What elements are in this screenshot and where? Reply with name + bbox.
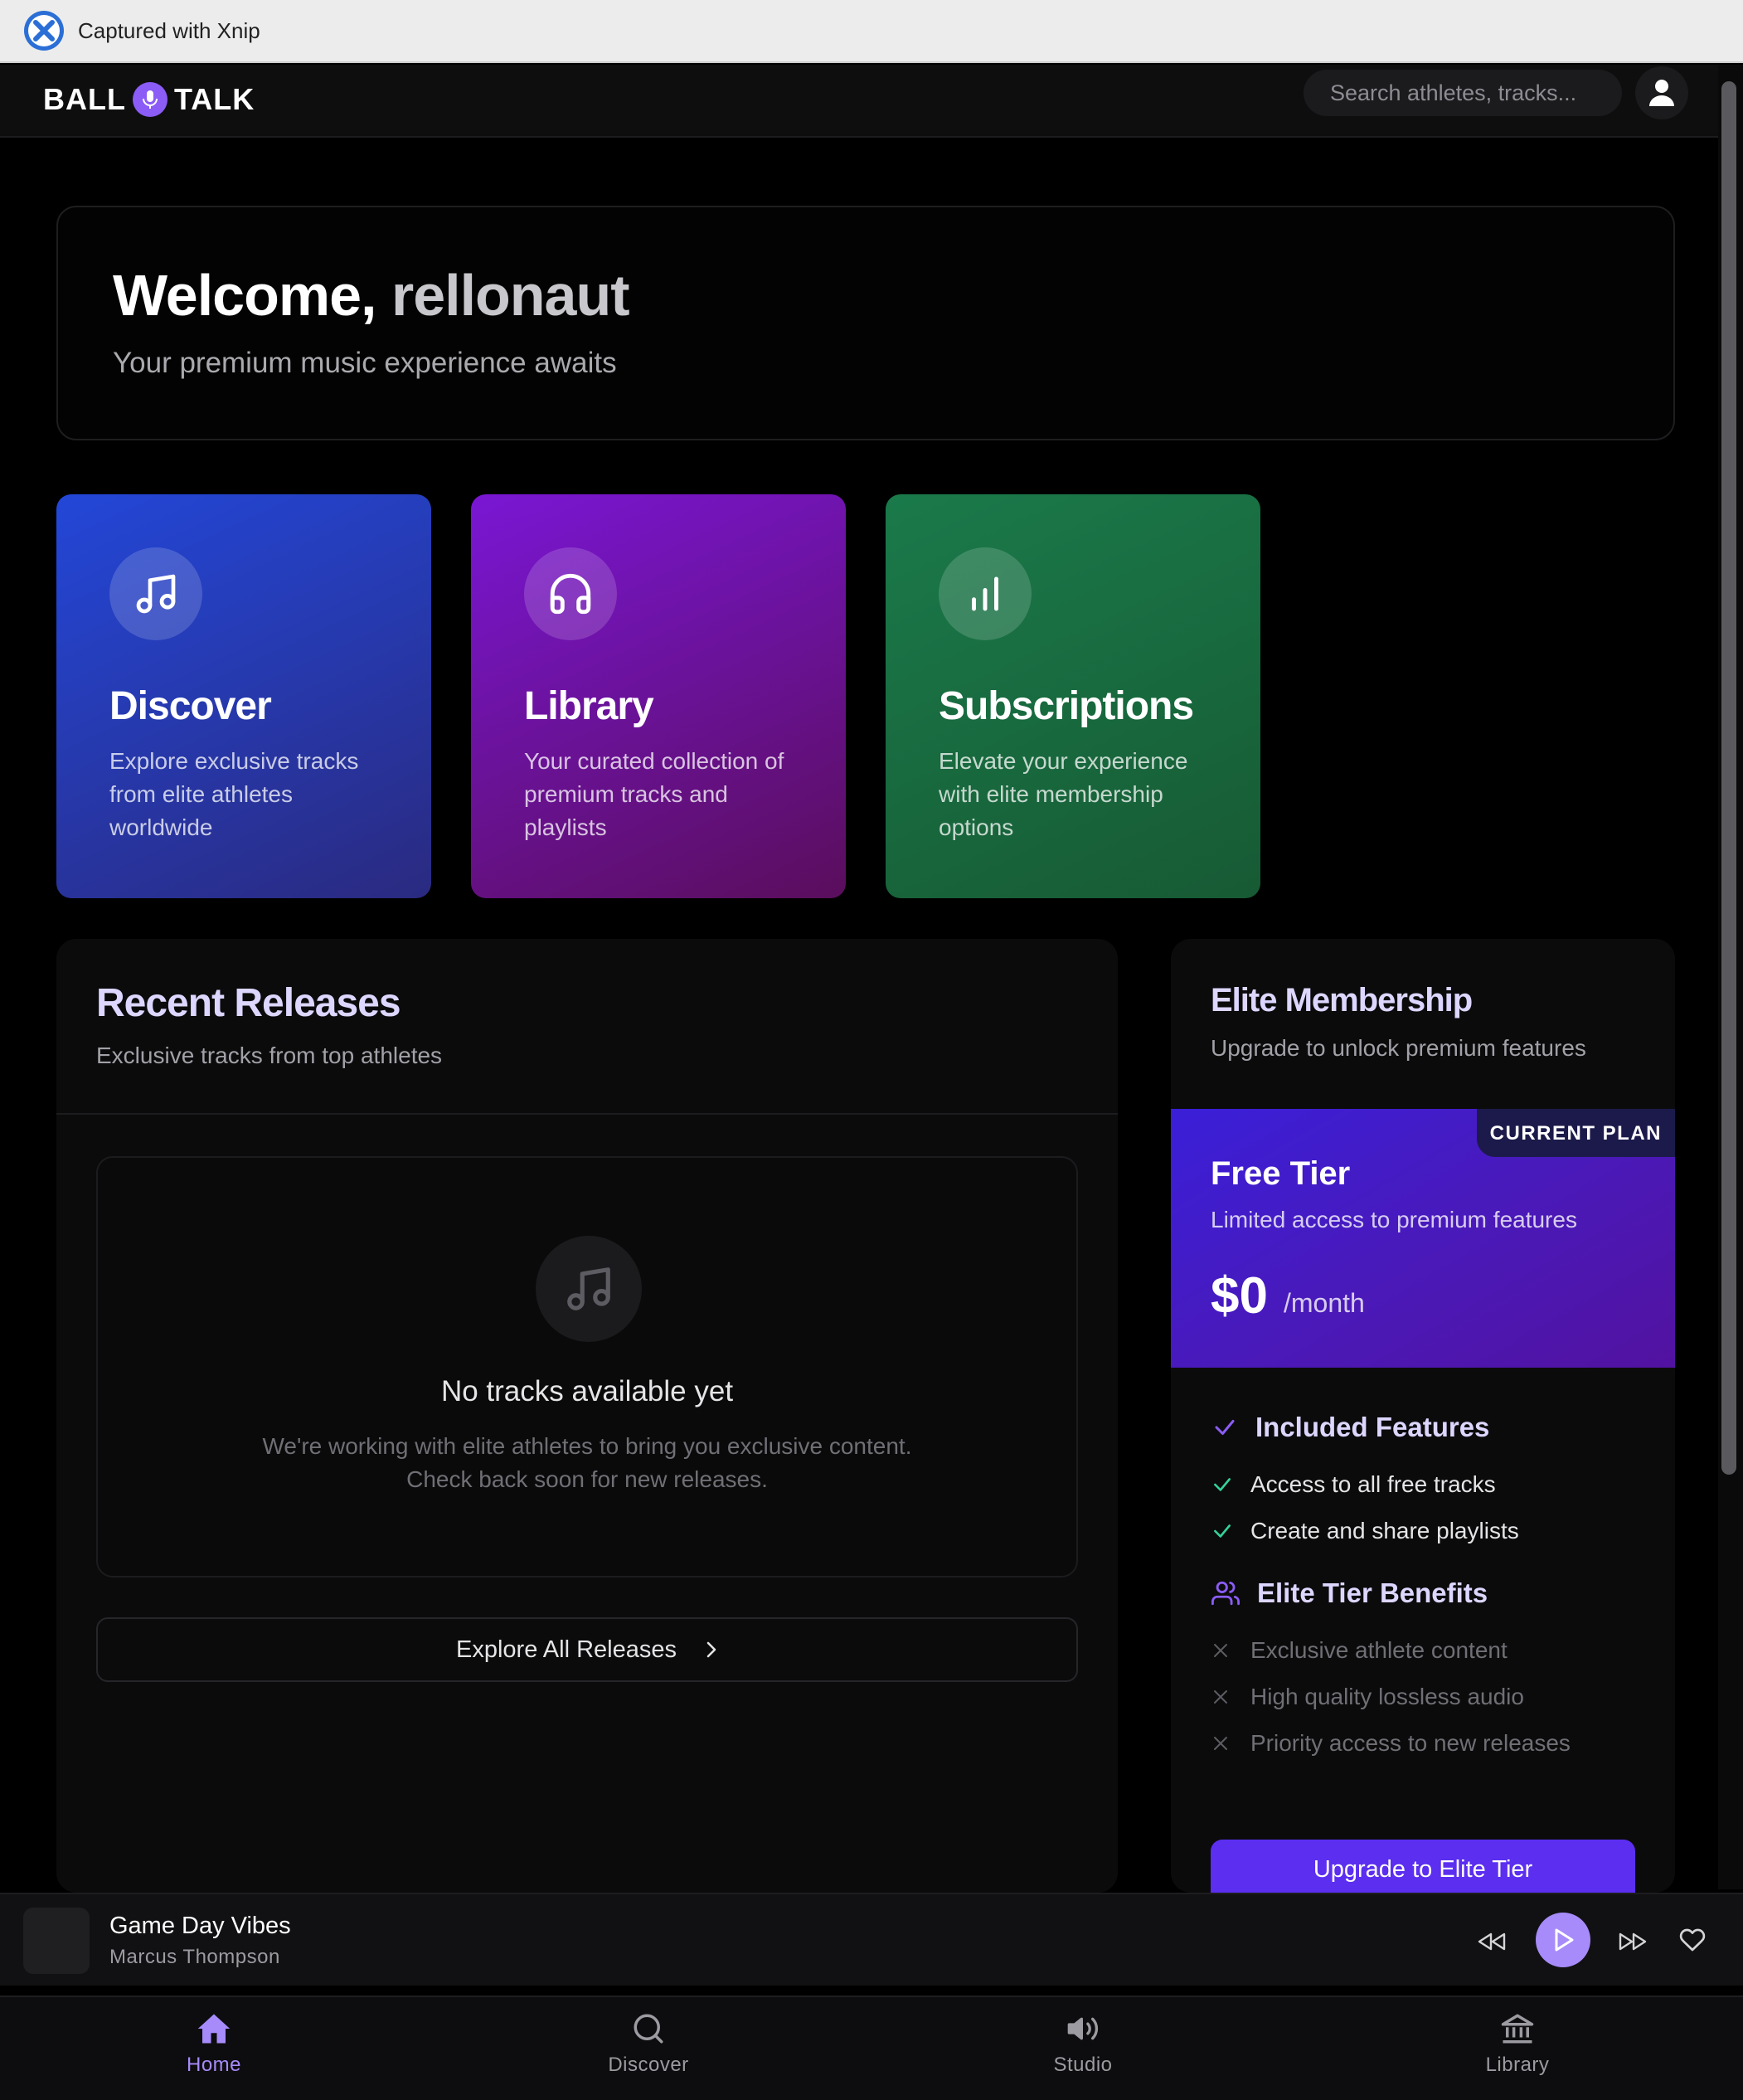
xnip-logo-icon (24, 11, 64, 51)
included-feature-item: Access to all free tracks (1211, 1471, 1496, 1498)
plan-name: Free Tier (1211, 1155, 1351, 1192)
included-feature-label: Create and share playlists (1250, 1518, 1519, 1543)
nav-item-label: Library (1485, 2054, 1550, 2076)
search-icon (631, 2009, 666, 2049)
empty-state-line-1: We're working with elite athletes to bri… (262, 1433, 912, 1459)
included-feature-label: Access to all free tracks (1250, 1471, 1496, 1497)
nav-item-library[interactable]: Library (1393, 2009, 1642, 2077)
elite-membership-title: Elite Membership (1211, 982, 1473, 1018)
discover-card[interactable]: Discover Explore exclusive tracks from e… (56, 494, 431, 898)
welcome-subtitle: Your premium music experience awaits (113, 347, 617, 379)
discover-card-description: Explore exclusive tracks from elite athl… (109, 748, 359, 840)
check-icon (1211, 1415, 1239, 1440)
welcome-username: rellonaut (391, 263, 630, 328)
included-feature-item: Create and share playlists (1211, 1518, 1519, 1544)
check-icon (1211, 1474, 1236, 1495)
capture-bar-text: Captured with Xnip (78, 17, 260, 43)
users-icon (1211, 1579, 1240, 1607)
recent-releases-subtitle: Exclusive tracks from top athletes (96, 1043, 443, 1068)
play-button[interactable] (1536, 1913, 1590, 1967)
current-plan-badge: CURRENT PLAN (1476, 1109, 1675, 1157)
now-playing-bar: Game Day Vibes Marcus Thompson (0, 1893, 1743, 1986)
included-features-heading: Included Features (1211, 1412, 1489, 1443)
elite-benefit-item: Priority access to new releases (1211, 1730, 1571, 1757)
home-icon (196, 2009, 232, 2049)
library-card-description: Your curated collection of premium track… (524, 748, 784, 840)
elite-membership-subtitle: Upgrade to unlock premium features (1211, 1035, 1586, 1061)
elite-benefit-label: Exclusive athlete content (1250, 1637, 1508, 1663)
included-features-title: Included Features (1255, 1412, 1490, 1442)
rewind-icon (1478, 1932, 1506, 1951)
microphone-icon (132, 82, 168, 117)
music-note-icon (109, 547, 202, 640)
section-divider (56, 1113, 1118, 1115)
check-icon (1211, 1520, 1236, 1542)
elite-benefit-label: Priority access to new releases (1250, 1730, 1571, 1756)
play-icon (1555, 1928, 1574, 1952)
headphones-icon (524, 547, 617, 640)
capture-bar: Captured with Xnip (0, 0, 1743, 63)
x-icon (1211, 1641, 1236, 1660)
bar-chart-icon (939, 547, 1032, 640)
speaker-icon (1064, 2009, 1102, 2049)
search-input[interactable]: Search athletes, tracks... (1304, 70, 1622, 116)
discover-card-title: Discover (109, 684, 272, 728)
x-icon (1211, 1687, 1236, 1707)
nav-item-label: Home (186, 2054, 242, 2076)
song-title: Game Day Vibes (109, 1913, 291, 1939)
x-icon (1211, 1733, 1236, 1753)
brand-logo[interactable]: BALL TALK (43, 75, 255, 124)
subscriptions-card-title: Subscriptions (939, 684, 1194, 728)
elite-benefit-item: Exclusive athlete content (1211, 1637, 1508, 1664)
bottom-navigation: Home Discover Studio Library (0, 1995, 1743, 2100)
artist-name: Marcus Thompson (109, 1946, 280, 1968)
brand-text-left: BALL (43, 82, 126, 116)
heart-icon (1679, 1928, 1706, 1952)
welcome-greeting: Welcome, (113, 263, 376, 328)
subscriptions-card-description: Elevate your experience with elite membe… (939, 748, 1188, 840)
previous-track-button[interactable] (1474, 1924, 1509, 1959)
library-card[interactable]: Library Your curated collection of premi… (471, 494, 846, 898)
nav-item-home[interactable]: Home (90, 2009, 338, 2077)
elite-membership-panel: Elite Membership Upgrade to unlock premi… (1171, 939, 1675, 1893)
welcome-heading: Welcome, rellonaut (113, 262, 630, 328)
app-root: Captured with Xnip BALL TALK Search athl… (0, 0, 1743, 2100)
upgrade-to-elite-button[interactable]: Upgrade to Elite Tier (1211, 1840, 1635, 1893)
nav-item-label: Discover (608, 2054, 689, 2076)
library-icon (1499, 2009, 1536, 2049)
plan-price: $0 (1211, 1267, 1268, 1325)
music-note-icon (536, 1236, 642, 1342)
current-plan-card: CURRENT PLAN Free Tier Limited access to… (1171, 1109, 1675, 1368)
empty-state-title: No tracks available yet (440, 1375, 734, 1407)
scrollbar-thumb[interactable] (1721, 81, 1736, 1475)
explore-all-releases-button[interactable]: Explore All Releases (96, 1617, 1078, 1682)
library-card-title: Library (524, 684, 654, 728)
chevron-right-icon (706, 1641, 716, 1658)
next-track-button[interactable] (1615, 1924, 1650, 1959)
subscriptions-card[interactable]: Subscriptions Elevate your experience wi… (886, 494, 1260, 898)
nav-item-studio[interactable]: Studio (959, 2009, 1207, 2077)
nav-item-label: Studio (1053, 2054, 1113, 2076)
welcome-card: Welcome, rellonaut Your premium music ex… (56, 206, 1675, 440)
empty-state-line-2: Check back soon for new releases. (406, 1466, 768, 1492)
top-header: BALL TALK Search athletes, tracks... (0, 65, 1718, 138)
elite-benefits-title: Elite Tier Benefits (1257, 1577, 1488, 1608)
plan-description: Limited access to premium features (1211, 1207, 1577, 1232)
empty-state: No tracks available yet We're working wi… (96, 1156, 1078, 1577)
elite-benefits-heading: Elite Tier Benefits (1211, 1577, 1488, 1609)
empty-state-description: We're working with elite athletes to bri… (98, 1430, 1076, 1496)
recent-releases-title: Recent Releases (96, 981, 401, 1025)
brand-text-right: TALK (173, 82, 255, 116)
recent-releases-panel: Recent Releases Exclusive tracks from to… (56, 939, 1118, 1893)
explore-all-releases-label: Explore All Releases (456, 1636, 677, 1663)
album-art (23, 1908, 90, 1974)
elite-benefit-label: High quality lossless audio (1250, 1684, 1524, 1709)
plan-period: /month (1284, 1288, 1365, 1318)
favorite-button[interactable] (1675, 1923, 1710, 1957)
fast-forward-icon (1619, 1932, 1647, 1951)
user-icon (1649, 80, 1674, 106)
nav-item-discover[interactable]: Discover (524, 2009, 773, 2077)
user-avatar-button[interactable] (1635, 66, 1688, 119)
elite-benefit-item: High quality lossless audio (1211, 1684, 1524, 1710)
